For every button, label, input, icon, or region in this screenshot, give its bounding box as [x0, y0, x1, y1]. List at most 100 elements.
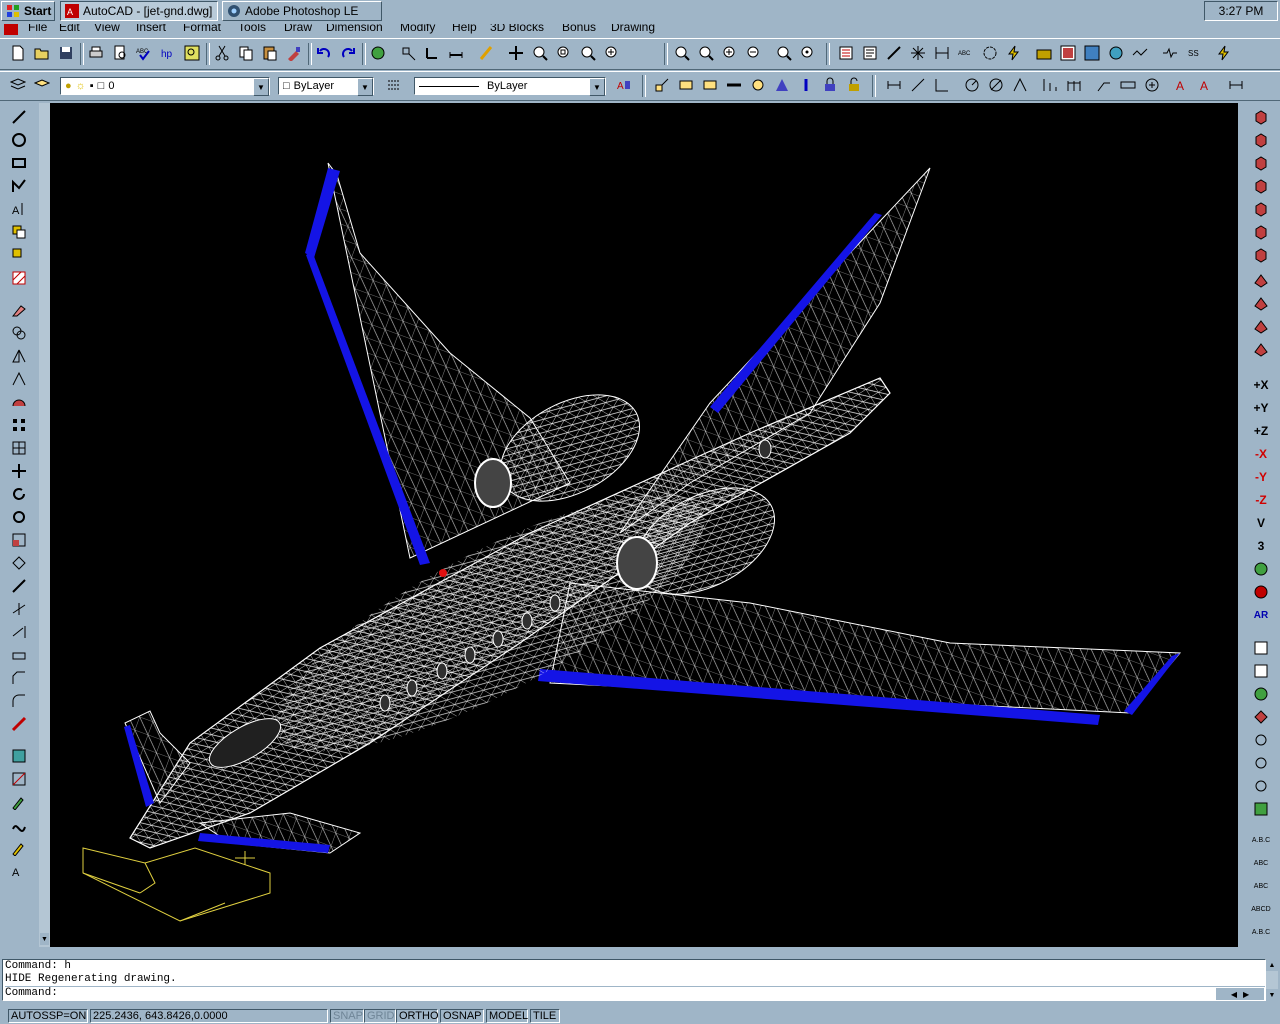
- taskbar-item-autocad[interactable]: A AutoCAD - [jet-gnd.dwg]: [60, 1, 218, 21]
- globe-icon[interactable]: [1106, 43, 1126, 63]
- extrude-solid-icon[interactable]: [1251, 245, 1271, 265]
- make-block-icon[interactable]: [9, 245, 29, 265]
- view-ar[interactable]: AR: [1251, 605, 1271, 625]
- zoom-previous-icon[interactable]: [578, 43, 598, 63]
- layers-icon[interactable]: [8, 75, 28, 95]
- zoom-extents-icon[interactable]: [602, 43, 622, 63]
- start-button[interactable]: Start: [1, 1, 55, 21]
- view-iso-icon[interactable]: [1251, 799, 1271, 819]
- grid-toggle[interactable]: GRID: [364, 1009, 396, 1023]
- box-solid-icon[interactable]: [1251, 107, 1271, 127]
- shade-4-icon[interactable]: [1251, 340, 1271, 360]
- multiline-icon[interactable]: [1082, 43, 1102, 63]
- aligned-dimension-icon[interactable]: [908, 75, 928, 95]
- text-properties-icon[interactable]: A: [614, 75, 634, 95]
- unlock-icon[interactable]: [844, 75, 864, 95]
- center-mark-icon[interactable]: [1142, 75, 1162, 95]
- angular-dimension-icon[interactable]: [1010, 75, 1030, 95]
- cut-icon[interactable]: [212, 43, 232, 63]
- ellipse-icon[interactable]: [9, 838, 29, 858]
- lightning-icon[interactable]: [1004, 43, 1024, 63]
- zoom-scale-icon[interactable]: [696, 43, 716, 63]
- edit-tool-1-icon[interactable]: [652, 75, 672, 95]
- ss-icon[interactable]: SS: [1184, 43, 1204, 63]
- match-properties-icon[interactable]: [284, 43, 304, 63]
- paste-icon[interactable]: [260, 43, 280, 63]
- redraw-icon[interactable]: [476, 43, 496, 63]
- view-plus-x[interactable]: +X: [1251, 375, 1271, 395]
- zoom-plus-icon[interactable]: [720, 43, 740, 63]
- array-grid-icon[interactable]: [9, 438, 29, 458]
- chevron-down-icon[interactable]: ▼: [253, 78, 269, 96]
- menu-help[interactable]: Help: [452, 24, 477, 34]
- menu-tools[interactable]: Tools: [238, 24, 266, 34]
- vertical-scrollbar[interactable]: ▼: [39, 103, 50, 947]
- break-icon[interactable]: [9, 645, 29, 665]
- image-icon[interactable]: [1058, 43, 1078, 63]
- explode-object-icon[interactable]: [9, 714, 29, 734]
- region-icon[interactable]: [9, 746, 29, 766]
- view-right-icon[interactable]: [1251, 730, 1271, 750]
- menu-dimension[interactable]: Dimension: [326, 24, 383, 34]
- shade-2-icon[interactable]: [1251, 294, 1271, 314]
- array-rect-icon[interactable]: [9, 415, 29, 435]
- mtext-icon[interactable]: A: [9, 199, 29, 219]
- rotate-icon[interactable]: [9, 484, 29, 504]
- polyline-icon[interactable]: [9, 176, 29, 196]
- text-style-4-icon[interactable]: ABCD: [1251, 899, 1271, 919]
- scroll-up-icon[interactable]: ▲: [1266, 959, 1278, 971]
- leader-icon[interactable]: [1094, 75, 1114, 95]
- inquiry-icon[interactable]: [446, 43, 466, 63]
- rectangle-icon[interactable]: [9, 153, 29, 173]
- menu-bonus[interactable]: Bonus: [562, 24, 596, 34]
- edit-tool-7-icon[interactable]: [796, 75, 816, 95]
- make-layer-current-icon[interactable]: [32, 75, 52, 95]
- view-front-icon[interactable]: [1251, 753, 1271, 773]
- chamfer-icon[interactable]: [9, 668, 29, 688]
- cylinder-solid-icon[interactable]: [1251, 199, 1271, 219]
- flash-icon[interactable]: [1214, 43, 1234, 63]
- zoom-center-icon[interactable]: [798, 43, 818, 63]
- shade-1-icon[interactable]: [1251, 271, 1271, 291]
- command-prompt[interactable]: Command:: [5, 986, 1265, 1000]
- menu-draw[interactable]: Draw: [284, 24, 312, 34]
- text-style-3-icon[interactable]: ABC: [1251, 876, 1271, 896]
- move-icon[interactable]: [9, 461, 29, 481]
- menu-3d-blocks[interactable]: 3D Blocks: [490, 24, 544, 34]
- sketch-icon[interactable]: [9, 792, 29, 812]
- copy-icon[interactable]: [236, 43, 256, 63]
- view-top-icon[interactable]: [1251, 661, 1271, 681]
- edit-tool-3-icon[interactable]: [700, 75, 720, 95]
- lock-icon[interactable]: [820, 75, 840, 95]
- menu-format[interactable]: Format: [183, 24, 221, 34]
- copy-object-icon[interactable]: [9, 323, 29, 343]
- view-v[interactable]: V: [1251, 513, 1271, 533]
- edit-tool-4-icon[interactable]: [724, 75, 744, 95]
- line-icon[interactable]: [9, 107, 29, 127]
- toolbox-icon[interactable]: [1034, 43, 1054, 63]
- zoom-all-icon[interactable]: [774, 43, 794, 63]
- zoom-minus-icon[interactable]: [744, 43, 764, 63]
- tile-toggle[interactable]: TILE: [530, 1009, 560, 1023]
- model-toggle[interactable]: MODEL: [486, 1009, 528, 1023]
- scroll-right-icon[interactable]: ▶: [1243, 990, 1249, 999]
- ucs-icon[interactable]: [422, 43, 442, 63]
- fillet-icon[interactable]: [9, 691, 29, 711]
- view-minus-x[interactable]: -X: [1251, 444, 1271, 464]
- edit-tool-5-icon[interactable]: [748, 75, 768, 95]
- text-style-5-icon[interactable]: A.B.C: [1251, 922, 1271, 942]
- torus-solid-icon[interactable]: [1251, 222, 1271, 242]
- zigzag-icon[interactable]: [1160, 43, 1180, 63]
- stretch-icon[interactable]: [9, 553, 29, 573]
- launch-browser-icon[interactable]: [368, 43, 388, 63]
- text-style-2-icon[interactable]: ABC: [1251, 853, 1271, 873]
- open-icon[interactable]: [32, 43, 52, 63]
- ortho-toggle[interactable]: ORTHO: [396, 1009, 439, 1023]
- pan-icon[interactable]: [506, 43, 526, 63]
- text-icon[interactable]: A: [9, 861, 29, 881]
- list-icon[interactable]: [860, 43, 880, 63]
- menu-edit[interactable]: Edit: [59, 24, 80, 34]
- drawing-canvas[interactable]: [50, 103, 1238, 947]
- text-style-1-icon[interactable]: A.B.C: [1251, 830, 1271, 850]
- undo-icon[interactable]: [314, 43, 334, 63]
